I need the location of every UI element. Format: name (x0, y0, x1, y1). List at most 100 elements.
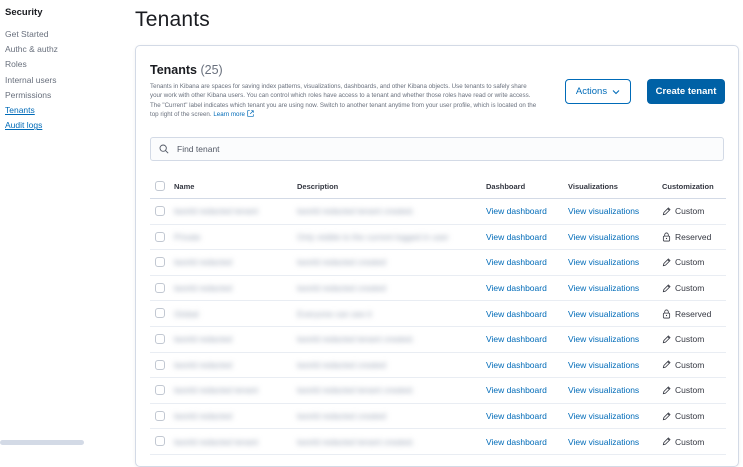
sidebar-item-authc-authz[interactable]: Authc & authz (5, 42, 58, 57)
row-checkbox[interactable] (155, 359, 165, 370)
create-tenant-button[interactable]: Create tenant (647, 79, 725, 104)
row-checkbox[interactable] (155, 206, 165, 216)
view-dashboard-link[interactable]: View dashboard (486, 378, 547, 403)
search-field (150, 137, 724, 161)
view-visualizations-link[interactable]: View visualizations (568, 301, 639, 326)
view-visualizations-link[interactable]: View visualizations (568, 353, 639, 378)
table-row: tworld redacted tworld redacted created Vi… (150, 353, 726, 379)
row-checkbox[interactable] (155, 257, 165, 268)
pencil-icon (662, 335, 671, 343)
view-dashboard-link[interactable]: View dashboard (486, 429, 547, 454)
view-dashboard-link[interactable]: View dashboard (486, 276, 547, 301)
customization-cell: Custom (662, 429, 704, 454)
tenant-name: Global (174, 308, 199, 319)
learn-more-link[interactable]: Learn more (213, 110, 254, 119)
table-row: tworld redacted tenant tworld redacted te… (150, 199, 726, 225)
panel-description: Tenants in Kibana are spaces for saving … (150, 82, 540, 120)
pencil-icon (662, 437, 671, 446)
tenant-name: tworld redacted (174, 334, 233, 345)
page-title: Tenants (135, 8, 210, 31)
tenant-name: tworld redacted (174, 411, 233, 422)
table-row: tworld redacted tenant tworld redacted te… (150, 429, 726, 455)
select-all-checkbox[interactable] (155, 181, 165, 191)
row-checkbox[interactable] (155, 410, 165, 421)
actions-label: Actions (575, 86, 608, 97)
tenants-table: Name Description Dashboard Visualization… (150, 174, 726, 455)
sidebar-nav: Get Started Authc & authz Roles Internal… (5, 27, 58, 133)
tenant-description: tworld redacted tenant created. (297, 436, 415, 447)
tenant-description: Everyone can see it (297, 308, 372, 319)
table-row: tworld redacted tworld redacted created Vi… (150, 250, 726, 276)
view-dashboard-link[interactable]: View dashboard (486, 250, 547, 275)
row-checkbox[interactable] (155, 385, 165, 396)
customization-cell: Reserved (662, 225, 711, 250)
sidebar-item-audit-logs[interactable]: Audit logs (5, 118, 58, 133)
view-visualizations-link[interactable]: View visualizations (568, 327, 639, 352)
customization-label: Custom (675, 206, 705, 217)
view-visualizations-link[interactable]: View visualizations (568, 199, 639, 224)
view-dashboard-link[interactable]: View dashboard (486, 404, 547, 429)
table-row: tworld redacted tworld redacted created Vi… (150, 404, 726, 430)
pencil-icon (662, 258, 671, 267)
panel-title: Tenants (25) (150, 63, 223, 77)
view-visualizations-link[interactable]: View visualizations (568, 250, 639, 275)
customization-label: Custom (675, 257, 705, 268)
row-checkbox[interactable] (155, 333, 165, 344)
customization-cell: Custom (662, 199, 704, 224)
tenant-name: tworld redacted tenant (174, 206, 259, 217)
customization-label: Custom (675, 334, 705, 345)
chevron-down-icon (612, 89, 620, 94)
sidebar-item-permissions[interactable]: Permissions (5, 88, 58, 103)
tenant-description: tworld redacted created (297, 257, 386, 268)
sidebar-item-get-started[interactable]: Get Started (5, 27, 58, 42)
lock-icon (662, 309, 671, 319)
row-checkbox[interactable] (155, 282, 165, 293)
view-visualizations-link[interactable]: View visualizations (568, 276, 639, 301)
sidebar-item-internal-users[interactable]: Internal users (5, 73, 58, 88)
tenant-name: tworld redacted tenant (174, 436, 259, 447)
customization-cell: Custom (662, 404, 704, 429)
pencil-icon (662, 386, 671, 395)
tenant-count: (25) (200, 63, 223, 77)
view-visualizations-link[interactable]: View visualizations (568, 225, 639, 250)
sidebar-item-roles[interactable]: Roles (5, 57, 58, 72)
search-input[interactable] (175, 143, 679, 155)
view-dashboard-link[interactable]: View dashboard (486, 225, 547, 250)
view-visualizations-link[interactable]: View visualizations (568, 378, 639, 403)
lock-icon (662, 232, 671, 242)
row-checkbox[interactable] (155, 308, 165, 319)
actions-button[interactable]: Actions (565, 79, 631, 104)
table-row: tworld redacted tworld redacted created Vi… (150, 276, 726, 302)
tenant-description: tworld redacted tenant created. (297, 334, 415, 345)
sidebar-title: Security (5, 7, 43, 18)
view-visualizations-link[interactable]: View visualizations (568, 429, 639, 454)
customization-label: Custom (675, 436, 705, 447)
header-description[interactable]: Description (297, 174, 338, 198)
tenant-description: Only visible to the current logged in us… (297, 231, 449, 242)
header-name[interactable]: Name (174, 174, 194, 198)
tenant-name: Private (174, 231, 201, 242)
sidebar-item-tenants[interactable]: Tenants (5, 103, 58, 118)
customization-label: Custom (675, 385, 705, 396)
sidebar: Security Get Started Authc & authz Roles… (0, 0, 110, 451)
sidebar-scrollbar[interactable] (0, 440, 84, 445)
customization-cell: Custom (662, 250, 704, 275)
view-dashboard-link[interactable]: View dashboard (486, 199, 547, 224)
tenant-name: tworld redacted (174, 257, 233, 268)
customization-label: Reserved (675, 308, 712, 319)
learn-more-label: Learn more (213, 111, 245, 119)
row-checkbox[interactable] (155, 231, 165, 242)
view-visualizations-link[interactable]: View visualizations (568, 404, 639, 429)
tenant-name: tworld redacted (174, 359, 233, 370)
view-dashboard-link[interactable]: View dashboard (486, 353, 547, 378)
customization-cell: Reserved (662, 301, 711, 326)
view-dashboard-link[interactable]: View dashboard (486, 301, 547, 326)
pencil-icon (662, 283, 671, 292)
header-customization: Customization (662, 181, 714, 191)
view-dashboard-link[interactable]: View dashboard (486, 327, 547, 352)
tenant-name: tworld redacted (174, 283, 233, 294)
customization-cell: Custom (662, 353, 704, 378)
tenant-description: tworld redacted created (297, 283, 386, 294)
row-checkbox[interactable] (155, 436, 165, 447)
tenant-description: tworld redacted created (297, 359, 386, 370)
